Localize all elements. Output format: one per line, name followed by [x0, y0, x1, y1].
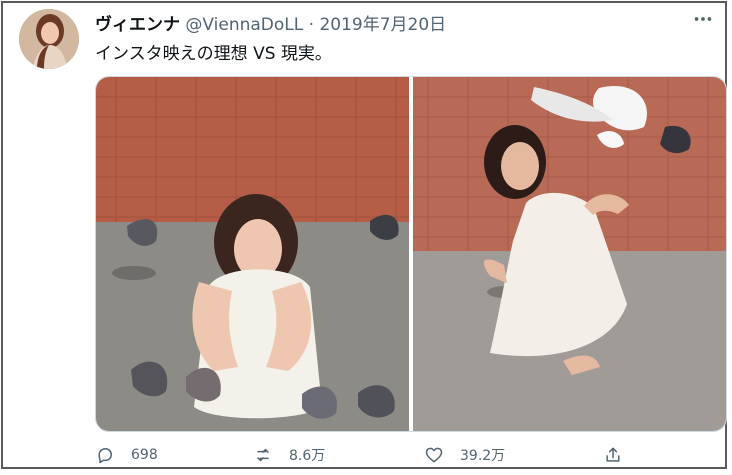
like-action[interactable]: 39.2万 — [424, 445, 505, 465]
share-icon — [606, 447, 620, 462]
more-icon-svg — [694, 17, 712, 21]
photo-ideal[interactable] — [96, 77, 409, 431]
reply-count: 698 — [131, 447, 158, 463]
retweet-action[interactable]: 8.6万 — [253, 445, 325, 465]
tweet-actions: 698 8.6万 39.2万 — [95, 445, 655, 475]
like-count: 39.2万 — [460, 448, 506, 464]
avatar-image — [19, 9, 79, 69]
share-action[interactable] — [603, 445, 623, 465]
heart-icon — [425, 447, 443, 463]
media-grid — [95, 76, 727, 432]
ideal-photo-image — [96, 77, 409, 431]
more-icon[interactable] — [689, 5, 717, 33]
separator-dot: · — [308, 15, 315, 35]
tweet-header: ヴィエンナ @ViennaDoLL · 2019年7月20日 — [95, 10, 446, 35]
author-handle[interactable]: @ViennaDoLL — [185, 15, 303, 35]
author-name[interactable]: ヴィエンナ — [95, 15, 180, 35]
retweet-icon — [257, 448, 269, 462]
reply-icon — [98, 448, 112, 464]
reality-photo-image — [413, 77, 726, 431]
tweet-date[interactable]: 2019年7月20日 — [319, 15, 446, 35]
tweet-card: ヴィエンナ @ViennaDoLL · 2019年7月20日 インスタ映えの理想… — [1, 1, 727, 469]
avatar[interactable] — [19, 9, 79, 69]
reply-action[interactable]: 698 — [95, 445, 158, 465]
retweet-count: 8.6万 — [289, 448, 326, 464]
tweet-text: インスタ映えの理想 VS 現実。 — [95, 44, 332, 64]
photo-reality[interactable] — [413, 77, 726, 431]
